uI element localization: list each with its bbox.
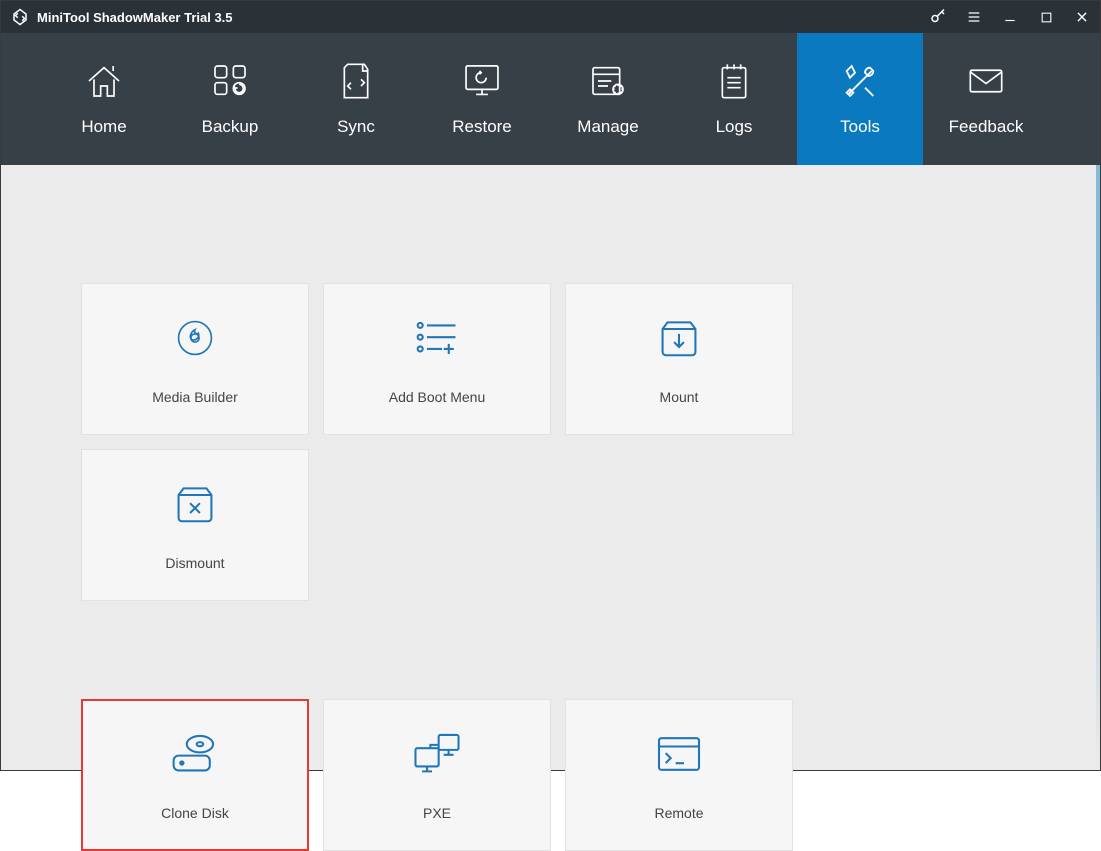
nav-feedback[interactable]: Feedback	[923, 33, 1049, 165]
tile-mount[interactable]: Mount	[565, 283, 793, 435]
nav-label: Backup	[202, 117, 259, 137]
tools-icon	[840, 61, 880, 101]
tile-label: Remote	[654, 805, 703, 821]
tile-dismount[interactable]: Dismount	[81, 449, 309, 601]
nav-sync[interactable]: Sync	[293, 33, 419, 165]
nav-label: Tools	[840, 117, 880, 137]
minimize-button[interactable]	[992, 1, 1028, 33]
app-title: MiniTool ShadowMaker Trial 3.5	[37, 10, 233, 25]
tile-label: Clone Disk	[161, 805, 229, 821]
nav-label: Restore	[452, 117, 512, 137]
nav-label: Logs	[716, 117, 753, 137]
app-logo-icon	[11, 8, 29, 26]
nav-home[interactable]: Home	[41, 33, 167, 165]
pxe-icon	[410, 729, 464, 779]
terminal-icon	[654, 729, 704, 779]
nav-tools[interactable]: Tools	[797, 33, 923, 165]
feedback-icon	[967, 61, 1005, 101]
menu-button[interactable]	[956, 1, 992, 33]
tile-label: Mount	[660, 389, 699, 405]
tools-grid: Media Builder Add Boot Menu	[81, 283, 1020, 851]
sync-icon	[338, 61, 374, 101]
tools-content: Media Builder Add Boot Menu	[1, 165, 1100, 770]
titlebar: MiniTool ShadowMaker Trial 3.5	[1, 1, 1100, 33]
main-nav: Home Backup	[1, 33, 1100, 165]
nav-label: Sync	[337, 117, 375, 137]
logs-icon	[717, 61, 751, 101]
key-button[interactable]	[920, 1, 956, 33]
backup-icon	[210, 61, 250, 101]
app-window: MiniTool ShadowMaker Trial 3.5	[0, 0, 1101, 771]
nav-backup[interactable]: Backup	[167, 33, 293, 165]
nav-label: Home	[81, 117, 126, 137]
disc-flame-icon	[172, 313, 218, 363]
tile-pxe[interactable]: PXE	[323, 699, 551, 851]
tile-label: Add Boot Menu	[389, 389, 486, 405]
nav-manage[interactable]: Manage	[545, 33, 671, 165]
tile-label: Media Builder	[152, 389, 238, 405]
nav-label: Manage	[577, 117, 638, 137]
clone-disk-icon	[167, 729, 223, 779]
tile-add-boot-menu[interactable]: Add Boot Menu	[323, 283, 551, 435]
home-icon	[84, 61, 124, 101]
right-edge-accent	[1096, 165, 1100, 770]
tile-clone-disk[interactable]: Clone Disk	[81, 699, 309, 851]
maximize-button[interactable]	[1028, 1, 1064, 33]
tile-remote[interactable]: Remote	[565, 699, 793, 851]
list-add-icon	[411, 313, 463, 363]
mount-icon	[656, 313, 702, 363]
tile-label: PXE	[423, 805, 451, 821]
tile-media-builder[interactable]: Media Builder	[81, 283, 309, 435]
nav-restore[interactable]: Restore	[419, 33, 545, 165]
manage-icon	[588, 61, 628, 101]
tile-label: Dismount	[165, 555, 224, 571]
close-button[interactable]	[1064, 1, 1100, 33]
nav-logs[interactable]: Logs	[671, 33, 797, 165]
restore-icon	[461, 61, 503, 101]
dismount-icon	[172, 479, 218, 529]
nav-label: Feedback	[949, 117, 1024, 137]
